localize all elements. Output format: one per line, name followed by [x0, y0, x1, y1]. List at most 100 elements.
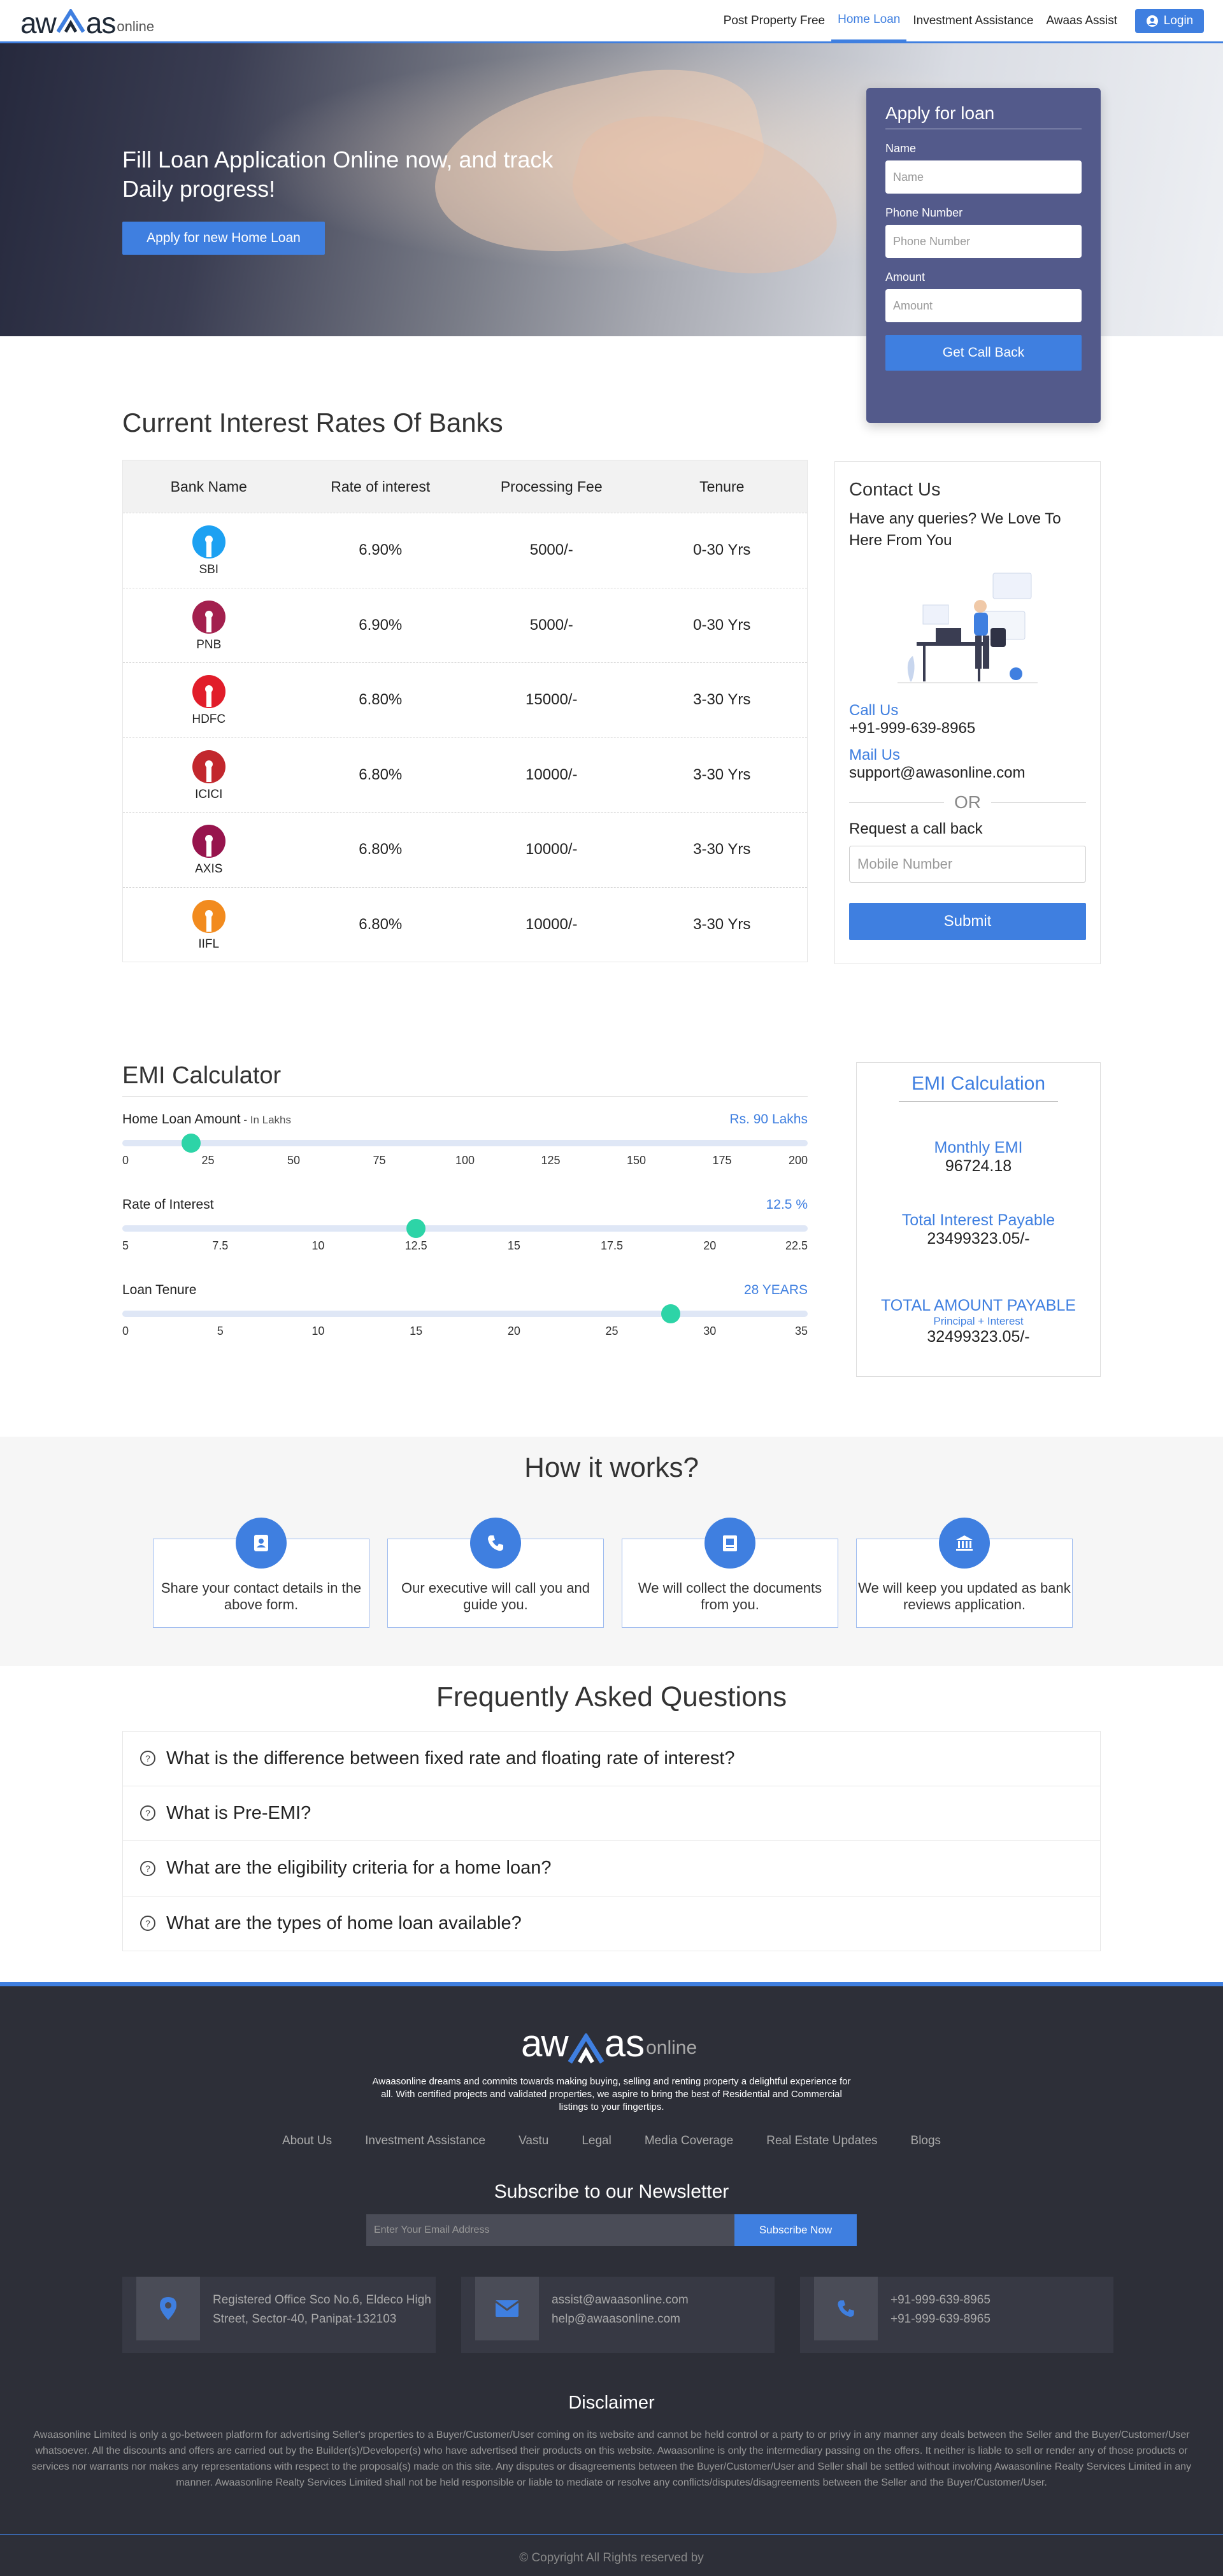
apply-home-loan-button[interactable]: Apply for new Home Loan	[122, 222, 325, 255]
fee-cell: 10000/-	[526, 841, 578, 858]
footer-email-2[interactable]: help@awaasonline.com	[552, 2310, 775, 2329]
faq-item[interactable]: ? What are the eligibility criteria for a…	[122, 1841, 1101, 1896]
slider-track[interactable]	[122, 1134, 808, 1153]
tick-label: 5	[122, 1239, 129, 1252]
total-interest-label: Total Interest Payable	[901, 1211, 1055, 1229]
emi-slider: Rate of Interest 12.5 % 5 7.5 10 12.5 15 17.5 20…	[122, 1197, 808, 1258]
footer-email-1[interactable]: assist@awaasonline.com	[552, 2291, 775, 2310]
bank-cell: PNB	[123, 599, 295, 652]
emi-calculator-section: EMI Calculator Home Loan Amount - In Lak…	[122, 1062, 1101, 1377]
tick-label: 10	[311, 1325, 325, 1337]
tick-label: 125	[541, 1154, 561, 1167]
slider-track[interactable]	[122, 1219, 808, 1238]
slider-thumb[interactable]	[661, 1304, 680, 1323]
site-logo[interactable]: aw as online	[20, 4, 154, 39]
logo-roof-icon	[568, 2033, 604, 2064]
footer-link-updates[interactable]: Real Estate Updates	[766, 2134, 877, 2148]
form-title: Apply for loan	[885, 103, 1082, 129]
emi-result-title: EMI Calculation	[899, 1073, 1058, 1102]
slider-thumb[interactable]	[406, 1219, 426, 1238]
or-divider: OR	[849, 792, 1086, 813]
call-us-label: Call Us	[849, 702, 899, 719]
table-header: Bank Name Rate of interest Processing Fe…	[123, 460, 807, 513]
contact-email[interactable]: support@awasonline.com	[849, 764, 1086, 782]
step-card: We will keep you updated as bank reviews…	[856, 1518, 1073, 1628]
phone-icon	[470, 1518, 521, 1569]
slider-value: 12.5 %	[766, 1197, 808, 1212]
phone-input[interactable]: Phone Number	[885, 225, 1082, 258]
phone-label: Phone Number	[885, 206, 963, 219]
tenure-cell: 0-30 Yrs	[693, 541, 751, 559]
emi-slider: Home Loan Amount - In Lakhs Rs. 90 Lakhs 0…	[122, 1112, 808, 1173]
footer-link-about[interactable]: About Us	[282, 2134, 332, 2148]
name-input[interactable]: Name	[885, 160, 1082, 194]
header-bank: Bank Name	[170, 478, 247, 495]
question-circle-icon: ?	[140, 1860, 155, 1876]
nav-investment-assistance[interactable]: Investment Assistance	[906, 0, 1040, 41]
footer-phone-1[interactable]: +91-999-639-8965	[890, 2291, 1113, 2310]
user-icon	[1146, 15, 1158, 27]
how-title: How it works?	[524, 1452, 699, 1483]
nav-home-loan[interactable]: Home Loan	[831, 0, 907, 41]
footer-link-blogs[interactable]: Blogs	[911, 2134, 941, 2148]
newsletter-title: Subscribe to our Newsletter	[494, 2181, 729, 2202]
rate-cell: 6.80%	[359, 915, 403, 933]
envelope-icon	[475, 2277, 539, 2340]
contact-title: Contact Us	[849, 480, 941, 500]
total-amount-label: TOTAL AMOUNT PAYABLE	[880, 1297, 1076, 1314]
nav-post-property[interactable]: Post Property Free	[717, 0, 831, 41]
bank-logo-icon	[190, 673, 227, 710]
emi-slider: Loan Tenure 28 YEARS 0 5 10 15 20 25 30 35	[122, 1283, 808, 1344]
tenure-cell: 0-30 Yrs	[693, 616, 751, 634]
footer-logo[interactable]: aw as online	[521, 2023, 697, 2064]
slider-label: Home Loan Amount	[122, 1112, 241, 1127]
nav-awaas-assist[interactable]: Awaas Assist	[1040, 0, 1124, 41]
tenure-cell: 3-30 Yrs	[693, 915, 751, 933]
tick-label: 22.5	[785, 1239, 808, 1252]
bank-logo-icon	[190, 599, 227, 636]
newsletter-email-input[interactable]: Enter Your Email Address	[366, 2214, 734, 2246]
faq-item[interactable]: ? What are the types of home loan availab…	[122, 1896, 1101, 1951]
copyright: © Copyright All Rights reserved by	[0, 2534, 1223, 2565]
faq-question: What is the difference between fixed rat…	[166, 1747, 735, 1768]
submit-button[interactable]: Submit	[849, 903, 1086, 940]
footer-link-media[interactable]: Media Coverage	[645, 2134, 733, 2148]
contact-panel: Contact Us Have any queries? We Love To …	[834, 461, 1101, 964]
rate-cell: 6.90%	[359, 541, 403, 559]
rate-cell: 6.80%	[359, 765, 403, 783]
footer-phone-2[interactable]: +91-999-639-8965	[890, 2310, 1113, 2329]
footer-link-investment[interactable]: Investment Assistance	[365, 2134, 485, 2148]
svg-text:?: ?	[145, 1918, 150, 1928]
tick-label: 20	[507, 1325, 520, 1337]
bank-cell: HDFC	[123, 673, 295, 727]
login-button[interactable]: Login	[1135, 8, 1204, 33]
subscribe-button[interactable]: Subscribe Now	[734, 2214, 857, 2246]
slider-track[interactable]	[122, 1304, 808, 1323]
bank-cell: IIFL	[123, 898, 295, 951]
bank-logo-icon	[190, 748, 227, 785]
amount-input[interactable]: Amount	[885, 289, 1082, 322]
disclaimer-title: Disclaimer	[568, 2393, 655, 2413]
tick-label: 20	[703, 1239, 717, 1252]
get-call-back-button[interactable]: Get Call Back	[885, 335, 1082, 371]
faq-item[interactable]: ? What is the difference between fixed ra…	[122, 1731, 1101, 1786]
rate-cell: 6.80%	[359, 841, 403, 858]
support-illustration	[898, 567, 1038, 688]
slider-label: Rate of Interest	[122, 1197, 214, 1212]
table-row: PNB 6.90% 5000/- 0-30 Yrs	[123, 587, 807, 663]
faq-item[interactable]: ? What is Pre-EMI?	[122, 1786, 1101, 1841]
tick-label: 0	[122, 1154, 129, 1167]
document-icon	[704, 1518, 755, 1569]
mobile-number-input[interactable]: Mobile Number	[849, 846, 1086, 883]
contact-phone[interactable]: +91-999-639-8965	[849, 720, 1086, 737]
footer-link-vastu[interactable]: Vastu	[519, 2134, 548, 2148]
address-text: Registered Office Sco No.6, Eldeco High …	[213, 2293, 431, 2326]
tick-label: 75	[373, 1154, 386, 1167]
slider-thumb[interactable]	[181, 1134, 201, 1153]
tick-label: 175	[712, 1154, 732, 1167]
footer: aw as online Awaasonline dreams and comm…	[0, 1982, 1223, 2576]
tenure-cell: 3-30 Yrs	[693, 691, 751, 709]
monthly-emi-value: 96724.18	[945, 1157, 1012, 1175]
fee-cell: 15000/-	[526, 691, 578, 709]
footer-link-legal[interactable]: Legal	[582, 2134, 612, 2148]
